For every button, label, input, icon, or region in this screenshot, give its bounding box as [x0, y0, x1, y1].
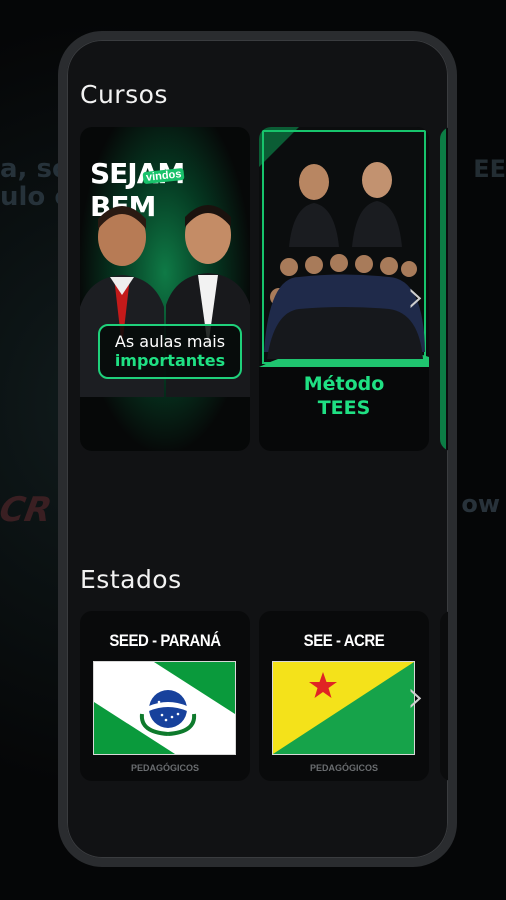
parana-flag — [93, 661, 236, 755]
background-text: EE — [473, 155, 506, 183]
states-section-title: Estados — [80, 565, 182, 594]
chevron-right-icon[interactable]: › — [407, 673, 425, 719]
state-card-logo: PEDAGÓGICOS — [309, 763, 378, 773]
course-card-pill: As aulas mais importantes — [98, 324, 242, 379]
course-card-welcome[interactable]: SEJAM BEM vindos As aulas mais important… — [80, 127, 250, 451]
state-card-acre[interactable]: SEE - ACRE PEDAGÓGICOS — [259, 611, 429, 781]
acre-flag-image — [273, 662, 414, 754]
phone-frame: Cursos SEJAM BEM vindos As aulas mais im… — [58, 31, 457, 867]
course-card-team-photo — [259, 127, 429, 367]
pill-line-2: importantes — [114, 351, 226, 370]
state-card-parana[interactable]: SEED - PARANÁ PEDAGÓGICOS — [80, 611, 250, 781]
course-card-title-line-2: TEES — [317, 397, 371, 419]
acre-flag — [272, 661, 415, 755]
course-card-partial[interactable] — [440, 127, 448, 451]
state-card-logo: PEDAGÓGICOS — [130, 763, 199, 773]
state-card-title: SEED - PARANÁ — [109, 631, 221, 650]
parana-flag-image — [94, 662, 235, 754]
pill-line-1: As aulas mais — [114, 332, 226, 351]
state-card-title: SEE - ACRE — [303, 631, 385, 650]
background-text: ow — [461, 490, 500, 518]
courses-section-title: Cursos — [80, 80, 168, 109]
background-text: CR — [0, 490, 55, 530]
course-card-tees[interactable]: Método TEES — [259, 127, 429, 451]
course-card-title-line-1: Método — [303, 373, 385, 395]
chevron-right-icon[interactable]: › — [407, 273, 425, 319]
state-card-partial[interactable] — [440, 611, 448, 781]
